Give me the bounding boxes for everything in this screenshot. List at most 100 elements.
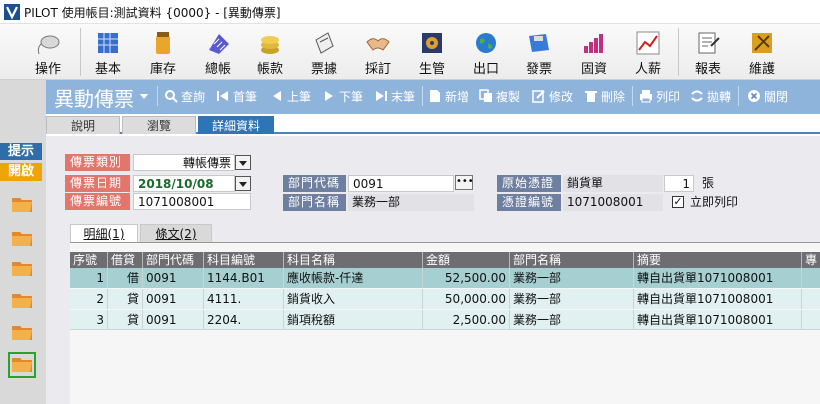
col-dept-name[interactable]: 部門名稱 [510, 252, 634, 268]
grid-icon [98, 33, 118, 53]
mouse-icon [37, 35, 60, 55]
grid-header: 序號 借貸 部門代碼 科目編號 科目名稱 金額 部門名稱 摘要 專 [70, 252, 820, 268]
delete-button[interactable]: 刪除 [584, 86, 625, 106]
subtab-memo[interactable]: 條文(2) [140, 224, 212, 242]
row-dept-code: 0091 [143, 310, 204, 330]
col-dc[interactable]: 借貸 [108, 252, 143, 268]
toolbar-separator [80, 28, 81, 76]
row-dept-code: 0091 [143, 268, 204, 288]
last-record-button[interactable]: 末筆 [374, 86, 415, 106]
toolbar-separator [678, 28, 679, 76]
action-separator [632, 86, 633, 106]
toolbar-payroll-button[interactable]: 人薪 [630, 24, 666, 80]
dept-code-label: 部門代碼 [283, 175, 346, 192]
copy-button[interactable]: 複製 [479, 86, 520, 106]
report-icon [698, 32, 720, 54]
calculator-icon [209, 34, 229, 54]
folder-selected-icon[interactable] [8, 352, 36, 378]
row-account-name: 銷貨收入 [284, 289, 423, 309]
tools-icon [752, 33, 772, 53]
table-row[interactable]: 2 貸 0091 4111. 銷貨收入 50,000.00 業務一部 轉自出貨單… [70, 289, 820, 309]
sidebar-open-tab[interactable]: 開啟 [0, 163, 42, 181]
close-button[interactable]: 關閉 [747, 86, 788, 106]
dept-name-field: 業務一部 [348, 194, 474, 211]
sidebar-hint-tab[interactable]: 提示 [0, 143, 42, 160]
note-icon [315, 32, 334, 54]
voucher-no-field[interactable]: 1071008001 [133, 193, 251, 210]
toolbar-ledger-button[interactable]: 總帳 [200, 24, 236, 80]
dept-lookup-button[interactable]: ••• [455, 175, 474, 190]
add-button[interactable]: 新增 [428, 86, 469, 106]
toolbar-basic-button[interactable]: 基本 [90, 24, 126, 80]
dept-name-label: 部門名稱 [283, 194, 346, 211]
print-button[interactable]: 列印 [639, 86, 680, 106]
table-row[interactable]: 1 借 0091 1144.B01 應收帳款-仟達 52,500.00 業務一部… [70, 268, 820, 288]
toolbar-inventory-button[interactable]: 庫存 [145, 24, 181, 80]
table-row[interactable]: 3 貸 0091 2204. 銷項稅額 2,500.00 業務一部 轉自出貨單1… [70, 310, 820, 330]
row-amount: 2,500.00 [423, 310, 510, 330]
coins-icon [261, 36, 279, 54]
row-account-no: 1144.B01 [204, 268, 284, 288]
col-seq[interactable]: 序號 [70, 252, 108, 268]
next-icon [325, 91, 333, 101]
toolbar-operate-button[interactable]: 操作 [30, 24, 66, 80]
action-separator [422, 86, 423, 106]
toolbar-reports-button[interactable]: 報表 [690, 24, 726, 80]
col-project[interactable]: 專 [802, 252, 820, 268]
folder-icon[interactable] [10, 290, 34, 310]
tab-browse[interactable]: 瀏覽 [122, 116, 196, 134]
voucher-no-label: 傳票編號 [65, 193, 130, 210]
handshake-icon [366, 38, 390, 51]
folder-icon[interactable] [10, 228, 34, 248]
previous-record-button[interactable]: 上筆 [270, 86, 311, 106]
col-summary[interactable]: 摘要 [634, 252, 802, 268]
toolbar-maintenance-button[interactable]: 維護 [744, 24, 780, 80]
col-dept-code[interactable]: 部門代碼 [143, 252, 204, 268]
dept-code-field[interactable]: 0091 [348, 175, 454, 192]
row-seq: 2 [70, 289, 108, 309]
title-dropdown-icon[interactable] [140, 94, 148, 99]
folder-icon[interactable] [10, 258, 34, 278]
source-count-field[interactable]: 1 [664, 175, 694, 192]
print-now-checkbox[interactable]: ✓ [672, 196, 684, 208]
col-amount[interactable]: 金額 [423, 252, 510, 268]
close-icon [748, 90, 760, 102]
toolbar-production-button[interactable]: 生管 [414, 24, 450, 80]
edit-button[interactable]: 修改 [532, 86, 573, 106]
toolbar-export-button[interactable]: 出口 [468, 24, 504, 80]
toolbar-notes-button[interactable]: 票據 [306, 24, 342, 80]
toolbar-accounts-button[interactable]: 帳款 [252, 24, 288, 80]
delete-icon [585, 91, 597, 102]
toolbar-purchase-button[interactable]: 採訂 [360, 24, 396, 80]
folder-icon[interactable] [10, 322, 34, 342]
col-account-name[interactable]: 科目名稱 [284, 252, 423, 268]
row-summary: 轉自出貨單1071008001 [634, 310, 802, 330]
page-title[interactable]: 異動傳票 [54, 83, 134, 112]
first-record-button[interactable]: 首筆 [216, 86, 257, 106]
globe-icon [476, 33, 496, 53]
voucher-type-select[interactable]: 轉帳傳票 [133, 154, 235, 171]
row-project [802, 310, 820, 330]
prev-icon [273, 91, 281, 101]
col-account-no[interactable]: 科目編號 [204, 252, 284, 268]
voucher-date-dropdown-icon[interactable] [235, 176, 251, 191]
toolbar-assets-button[interactable]: 固資 [576, 24, 612, 80]
next-record-button[interactable]: 下筆 [322, 86, 363, 106]
tab-explain[interactable]: 說明 [46, 116, 120, 134]
toolbar-invoice-button[interactable]: 發票 [521, 24, 557, 80]
row-account-no: 4111. [204, 289, 284, 309]
transfer-icon [691, 90, 703, 102]
voucher-type-dropdown-icon[interactable] [235, 155, 251, 170]
subtab-detail[interactable]: 明細(1) [70, 224, 138, 242]
tab-detail[interactable]: 詳細資料 [198, 116, 274, 134]
folder-icon[interactable] [10, 194, 34, 214]
query-button[interactable]: 查詢 [164, 86, 205, 106]
print-now-label: 立即列印 [690, 195, 739, 209]
row-amount: 52,500.00 [423, 268, 510, 288]
edit-icon [532, 90, 545, 103]
source-doc-field: 銷貨單 [563, 175, 663, 192]
voucher-date-field[interactable]: 2018/10/08 [133, 175, 235, 192]
transfer-button[interactable]: 拋轉 [690, 86, 731, 106]
copy-icon [479, 89, 492, 102]
bar-chart-icon [584, 34, 603, 53]
